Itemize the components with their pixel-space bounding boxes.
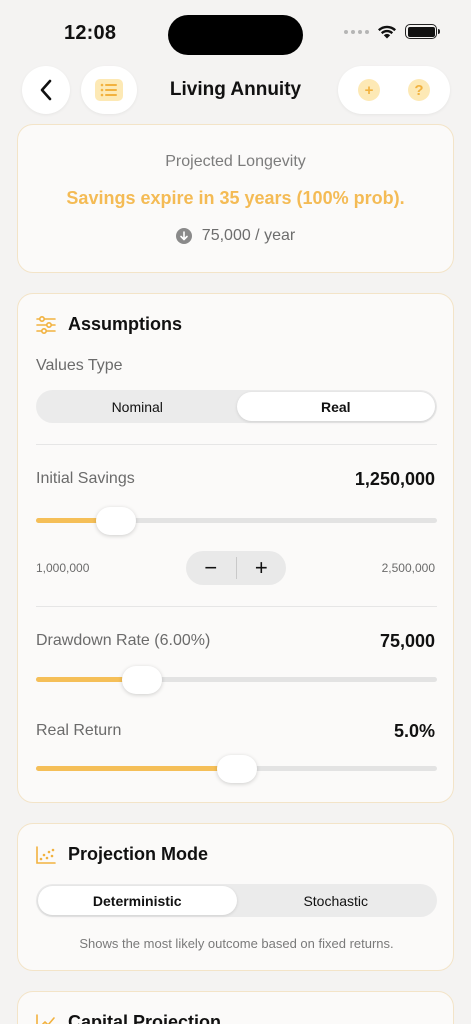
- assumptions-header: Assumptions: [36, 314, 182, 335]
- slider-thumb[interactable]: [122, 666, 163, 694]
- increment-button[interactable]: +: [237, 551, 287, 585]
- nav-bar: Living Annuity + ?: [0, 66, 471, 116]
- capital-projection-card: Capital Projection: [17, 991, 454, 1024]
- status-bar: 12:08: [0, 0, 471, 60]
- nav-actions: + ?: [338, 66, 450, 114]
- wifi-icon: [378, 25, 396, 39]
- scatter-chart-icon: [36, 845, 56, 864]
- status-icons: [344, 24, 440, 39]
- help-icon[interactable]: ?: [408, 79, 430, 101]
- slider-fill: [36, 766, 237, 771]
- projection-mode-hint: Shows the most likely outcome based on f…: [79, 936, 394, 951]
- real-return-label: Real Return: [36, 722, 122, 739]
- slider-thumb[interactable]: [96, 507, 137, 535]
- real-return-value: 5.0%: [393, 721, 435, 741]
- trend-chart-icon: [36, 1013, 55, 1024]
- initial-savings-min: 1,000,000: [36, 561, 90, 575]
- longevity-card: Projected Longevity Savings expire in 35…: [17, 124, 454, 273]
- values-type-segmented-control: Nominal Real: [36, 390, 437, 423]
- longevity-amount: 75,000 / year: [201, 227, 296, 244]
- cellular-signal-icon: [344, 29, 369, 34]
- segment-nominal[interactable]: Nominal: [38, 392, 237, 421]
- real-return-slider[interactable]: [36, 755, 437, 783]
- capital-projection-header: Capital Projection: [36, 1012, 221, 1024]
- initial-savings-slider[interactable]: [36, 507, 437, 535]
- initial-savings-value: 1,250,000: [354, 469, 435, 489]
- values-type-label: Values Type: [36, 357, 123, 374]
- capital-projection-title: Capital Projection: [68, 1012, 222, 1024]
- initial-savings-max: 2,500,000: [381, 561, 435, 575]
- battery-icon: [405, 24, 440, 39]
- slider-thumb[interactable]: [216, 755, 257, 783]
- initial-savings-stepper: − +: [186, 551, 286, 585]
- divider: [36, 444, 437, 445]
- segment-real[interactable]: Real: [236, 392, 435, 421]
- projection-mode-card: Projection Mode Deterministic Stochastic…: [17, 823, 454, 971]
- initial-savings-label: Initial Savings: [36, 470, 135, 487]
- assumptions-title: Assumptions: [68, 314, 183, 334]
- longevity-label: Projected Longevity: [165, 153, 306, 170]
- longevity-amount-row: 75,000 / year: [18, 227, 453, 245]
- status-time: 12:08: [64, 22, 117, 44]
- segment-deterministic[interactable]: Deterministic: [38, 886, 237, 915]
- arrow-down-circle-icon: [175, 228, 192, 244]
- dynamic-island: [168, 15, 303, 55]
- longevity-headline: Savings expire in 35 years (100% prob).: [66, 188, 405, 208]
- projection-mode-segmented-control: Deterministic Stochastic: [36, 884, 437, 917]
- drawdown-rate-slider[interactable]: [36, 666, 437, 694]
- projection-mode-header: Projection Mode: [36, 844, 208, 865]
- drawdown-rate-value: 75,000: [379, 631, 435, 651]
- decrement-button[interactable]: −: [186, 551, 236, 585]
- projection-mode-title: Projection Mode: [68, 844, 209, 864]
- assumptions-card: Assumptions Values Type Nominal Real Ini…: [17, 293, 454, 803]
- drawdown-rate-label: Drawdown Rate (6.00%): [36, 632, 211, 649]
- add-icon[interactable]: +: [358, 79, 380, 101]
- sliders-icon: [36, 315, 56, 334]
- divider: [36, 606, 437, 607]
- segment-stochastic[interactable]: Stochastic: [237, 886, 436, 915]
